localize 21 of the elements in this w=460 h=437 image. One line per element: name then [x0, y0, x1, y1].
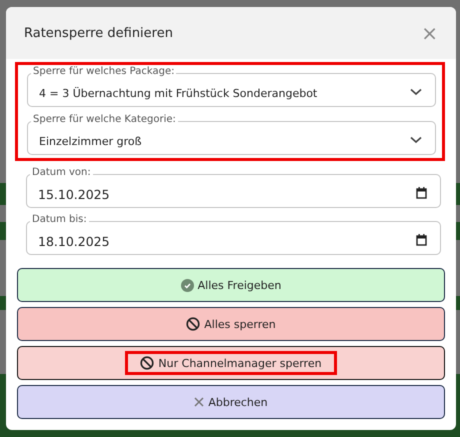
- ban-icon: [140, 356, 154, 370]
- ban-icon: [186, 317, 200, 331]
- calendar-icon: [416, 187, 427, 199]
- select-value: 4 = 3 Übernachtung mit Frühstück Sonderangebot: [39, 86, 318, 100]
- action-button[interactable]: Nur Channelmanager sperren: [17, 346, 445, 380]
- date-value: 15.10.2025: [38, 186, 110, 202]
- field-label: Sperre für welche Kategorie:: [31, 114, 178, 126]
- action-button[interactable]: Alles sperren: [17, 307, 445, 341]
- select-value: Einzelzimmer groß: [39, 134, 142, 148]
- check-circle-icon: [180, 278, 194, 292]
- dialog-title: Ratensperre definieren: [24, 26, 173, 40]
- date-field[interactable]: 18.10.2025: [26, 221, 441, 255]
- chevron-down-icon: [410, 136, 422, 144]
- date-field[interactable]: 15.10.2025: [26, 174, 441, 208]
- action-button[interactable]: Alles Freigeben: [17, 268, 445, 302]
- action-button[interactable]: Abbrechen: [17, 385, 445, 419]
- date-value: 18.10.2025: [38, 232, 110, 248]
- chevron-down-icon: [410, 88, 422, 96]
- calendar-icon: [416, 234, 427, 246]
- close-icon: [194, 397, 204, 407]
- field-label: Sperre für welches Package:: [31, 66, 176, 78]
